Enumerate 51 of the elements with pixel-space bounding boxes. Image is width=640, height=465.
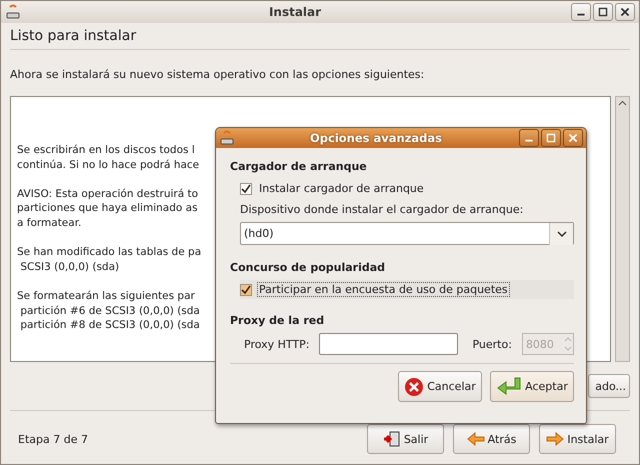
- step-label: Etapa 7 de 7: [18, 432, 89, 446]
- summary-line: Se escribirán en los discos todos l: [17, 143, 195, 158]
- ok-button[interactable]: Aceptar: [490, 371, 574, 402]
- checkbox[interactable]: [240, 284, 252, 296]
- checkbox-label: Participar en la encuesta de uso de paquetes: [257, 282, 510, 297]
- maximize-button[interactable]: [541, 129, 561, 147]
- app-icon: [5, 4, 21, 20]
- checkbox-row[interactable]: Participar en la encuesta de uso de paquetes: [240, 280, 574, 299]
- summary-line: SCSI3 (0,0,0) (sda): [19, 260, 120, 274]
- left-arrow-icon: [466, 432, 485, 446]
- device-label: Dispositivo donde instalar el cargador de arranque:: [240, 203, 524, 216]
- door-icon: [382, 431, 401, 447]
- summary-line: partición #8 de SCSI3 (0,0,0) (sda: [19, 318, 200, 333]
- cancel-icon: [404, 376, 424, 396]
- page-heading: Listo para instalar: [10, 23, 630, 50]
- maximize-button[interactable]: [593, 3, 613, 21]
- enter-arrow-icon: [496, 376, 522, 396]
- forward-button[interactable]: Instalar: [539, 424, 616, 454]
- back-button[interactable]: Atrás: [453, 424, 530, 454]
- window-title: Instalar: [268, 5, 322, 19]
- section-heading: Concurso de popularidad: [230, 261, 386, 274]
- proxy-http-field[interactable]: [319, 333, 458, 355]
- advanced-button[interactable]: ado...: [588, 374, 630, 398]
- chevron-down-icon: [556, 230, 566, 236]
- dialog-title: Opciones avanzadas: [309, 131, 443, 145]
- summary-line: Se han modificado las tablas de pa: [17, 245, 202, 260]
- minimize-button[interactable]: [519, 129, 539, 147]
- intro-text: Ahora se instalará su nuevo sistema operativo con las opciones siguientes:: [10, 67, 426, 83]
- section-heading: Proxy de la red: [230, 314, 326, 327]
- quit-button[interactable]: Salir: [367, 424, 444, 454]
- summary-line: a formatear.: [17, 216, 82, 231]
- checkbox[interactable]: [240, 182, 252, 194]
- close-button[interactable]: [563, 129, 583, 147]
- port-label: Puerto:: [472, 338, 512, 350]
- cancel-button[interactable]: Cancelar: [398, 371, 482, 402]
- scrollbar[interactable]: [615, 96, 630, 362]
- proxy-http-label: Proxy HTTP:: [244, 338, 310, 350]
- close-button[interactable]: [615, 3, 635, 21]
- summary-line: Se formatearán las siguientes par: [17, 288, 195, 304]
- section-heading: Cargador de arranque: [230, 160, 368, 173]
- checkbox-row[interactable]: Instalar cargador de arranque: [240, 179, 574, 198]
- summary-line: particiones que haya eliminado as: [17, 201, 198, 216]
- summary-line: partición #6 de SCSI3 (0,0,0) (sda: [19, 304, 200, 318]
- summary-line: AVISO: Esta operación destruirá to: [17, 186, 198, 202]
- minimize-button[interactable]: [571, 3, 591, 21]
- summary-line: continúa. Si no lo hace podrá hace: [17, 158, 200, 172]
- checkbox-label: Instalar cargador de arranque: [258, 181, 425, 196]
- scroll-up-icon[interactable]: [618, 99, 627, 108]
- right-arrow-icon: [546, 432, 564, 446]
- drive-icon: [219, 130, 235, 146]
- device-dropdown[interactable]: (hd0): [240, 222, 574, 245]
